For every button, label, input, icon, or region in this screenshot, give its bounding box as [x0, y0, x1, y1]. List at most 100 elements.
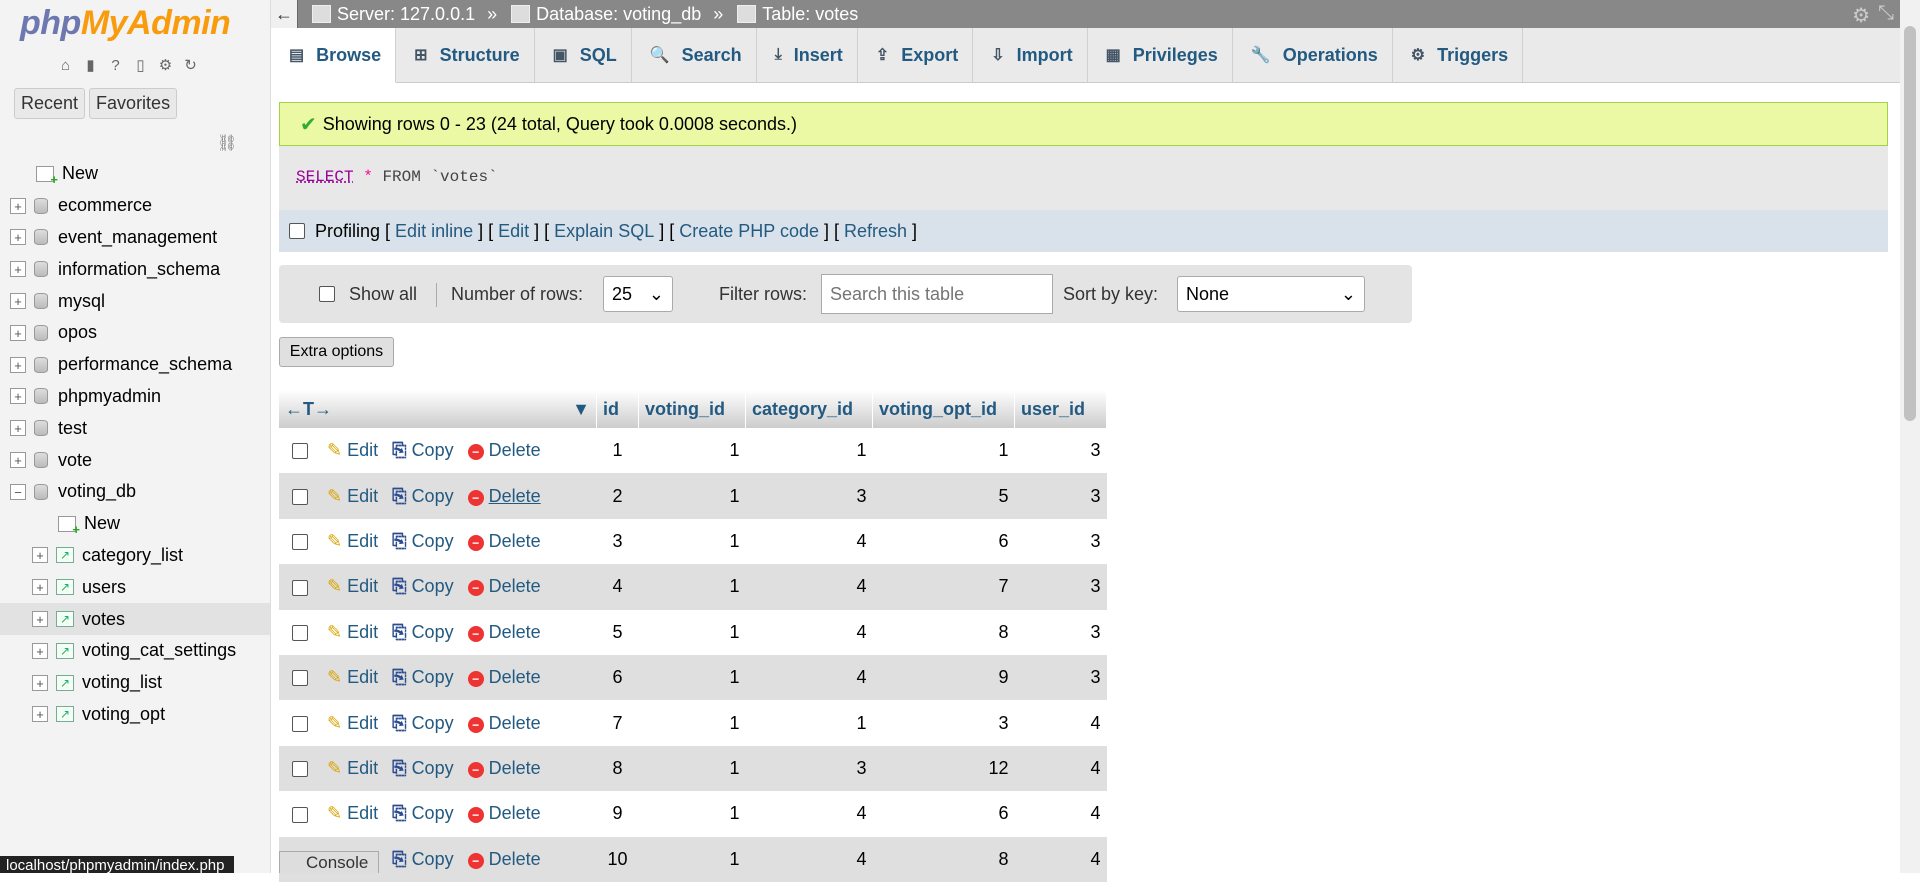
- tab-triggers[interactable]: ⚙ Triggers: [1393, 28, 1524, 82]
- expand-icon[interactable]: +: [32, 642, 48, 659]
- reload-icon[interactable]: ↻: [181, 56, 200, 75]
- tab-privileges[interactable]: ▦ Privileges: [1088, 28, 1233, 82]
- settings-gear-icon[interactable]: ⚙: [156, 56, 175, 75]
- delete-action[interactable]: − Delete: [467, 849, 541, 869]
- edit-action[interactable]: ✎ Edit: [327, 713, 378, 733]
- cell-voting-id[interactable]: 1: [638, 518, 746, 565]
- cell-voting-id[interactable]: 1: [638, 473, 746, 519]
- tree-item-voting-list[interactable]: + ↗ voting_list: [0, 667, 270, 699]
- delete-action[interactable]: − Delete: [467, 531, 541, 551]
- create-php-code-link[interactable]: Create PHP code: [679, 221, 819, 242]
- expand-icon[interactable]: +: [10, 229, 26, 246]
- tree-item-New[interactable]: New: [0, 158, 270, 190]
- cell-user-id[interactable]: 4: [1014, 700, 1107, 746]
- tree-item-users[interactable]: + ↗ users: [0, 571, 270, 603]
- tab-browse[interactable]: ▤ Browse: [271, 28, 397, 83]
- column-header-voting-id[interactable]: voting_id: [638, 390, 746, 428]
- cell-voting-opt-id[interactable]: 8: [872, 836, 1015, 882]
- cell-category-id[interactable]: 4: [745, 518, 873, 565]
- edit-action[interactable]: ✎ Edit: [327, 667, 378, 687]
- row-checkbox[interactable]: [292, 761, 308, 778]
- edit-action[interactable]: ✎ Edit: [327, 758, 378, 778]
- cell-voting-id[interactable]: 1: [638, 700, 746, 746]
- cell-category-id[interactable]: 1: [745, 700, 873, 746]
- cell-category-id[interactable]: 1: [745, 428, 873, 474]
- tree-item-test[interactable]: + test: [0, 412, 270, 444]
- tree-item-opos[interactable]: + opos: [0, 317, 270, 349]
- cell-category-id[interactable]: 4: [745, 836, 873, 882]
- cell-voting-opt-id[interactable]: 5: [872, 473, 1015, 519]
- cell-voting-opt-id[interactable]: 3: [872, 700, 1015, 746]
- tree-item-vote[interactable]: + vote: [0, 444, 270, 476]
- copy-action[interactable]: ⎘ Copy: [392, 849, 453, 869]
- cell-voting-id[interactable]: 1: [638, 428, 746, 474]
- tab-operations[interactable]: 🔧 Operations: [1233, 28, 1393, 82]
- cell-voting-opt-id[interactable]: 6: [872, 518, 1015, 565]
- edit-action[interactable]: ✎ Edit: [327, 576, 378, 596]
- cell-voting-id[interactable]: 1: [638, 836, 746, 882]
- breadcrumb-database[interactable]: Database: voting_db: [511, 4, 701, 25]
- column-header-user-id[interactable]: user_id: [1014, 390, 1107, 428]
- expand-icon[interactable]: +: [10, 293, 26, 310]
- delete-action[interactable]: − Delete: [467, 713, 541, 733]
- cell-category-id[interactable]: 4: [745, 654, 873, 701]
- page-settings-gear-icon[interactable]: ⚙: [1852, 3, 1870, 28]
- cell-id[interactable]: 9: [596, 791, 639, 837]
- cell-voting-opt-id[interactable]: 6: [872, 791, 1015, 837]
- profiling-checkbox[interactable]: [289, 223, 305, 239]
- edit-action[interactable]: ✎ Edit: [327, 531, 378, 551]
- edit-action[interactable]: ✎ Edit: [327, 622, 378, 642]
- tab-export[interactable]: ⇪ Export: [858, 28, 974, 82]
- home-icon[interactable]: ⌂: [56, 56, 75, 75]
- delete-action[interactable]: − Delete: [467, 667, 541, 688]
- row-checkbox[interactable]: [292, 715, 308, 732]
- console-tab[interactable]: Console: [279, 851, 379, 873]
- cell-voting-id[interactable]: 1: [638, 745, 746, 792]
- cell-category-id[interactable]: 4: [745, 791, 873, 837]
- copy-action[interactable]: ⎘ Copy: [392, 622, 453, 642]
- cell-voting-opt-id[interactable]: 7: [872, 564, 1015, 610]
- delete-action[interactable]: − Delete: [467, 758, 541, 778]
- expand-icon[interactable]: +: [32, 674, 48, 691]
- cell-id[interactable]: 4: [596, 564, 639, 610]
- row-checkbox[interactable]: [292, 443, 308, 460]
- expand-icon[interactable]: +: [32, 579, 48, 596]
- expand-icon[interactable]: +: [10, 197, 26, 214]
- expand-icon[interactable]: +: [10, 324, 26, 341]
- tab-sql[interactable]: ▣ SQL: [535, 28, 632, 82]
- favorites-tab[interactable]: Favorites: [89, 88, 178, 119]
- delete-action[interactable]: − Delete: [467, 486, 541, 506]
- delete-action[interactable]: − Delete: [467, 440, 541, 461]
- copy-action[interactable]: ⎘ Copy: [392, 531, 453, 551]
- docs-icon[interactable]: ▯: [131, 56, 150, 75]
- filter-rows-input[interactable]: Search this table: [821, 274, 1053, 314]
- row-checkbox[interactable]: [292, 579, 308, 596]
- cell-user-id[interactable]: 3: [1014, 518, 1107, 565]
- tree-item-votes[interactable]: + ↗ votes: [0, 603, 270, 635]
- cell-user-id[interactable]: 3: [1014, 428, 1107, 474]
- cell-user-id[interactable]: 3: [1014, 564, 1107, 610]
- logout-icon[interactable]: ▮: [81, 56, 100, 75]
- tab-import[interactable]: ⇩ Import: [973, 28, 1088, 82]
- back-arrow-icon[interactable]: ←: [271, 0, 298, 28]
- phpmyadmin-logo[interactable]: phpMyAdmin: [20, 4, 231, 43]
- show-all-checkbox[interactable]: [319, 286, 335, 302]
- cell-voting-id[interactable]: 1: [638, 654, 746, 701]
- copy-action[interactable]: ⎘ Copy: [392, 803, 453, 823]
- refresh-link[interactable]: Refresh: [844, 221, 907, 242]
- collapse-icon[interactable]: −: [10, 483, 26, 500]
- copy-action[interactable]: ⎘ Copy: [392, 440, 453, 460]
- tree-item-mysql[interactable]: + mysql: [0, 285, 270, 317]
- copy-action[interactable]: ⎘ Copy: [392, 486, 453, 506]
- sort-by-key-select[interactable]: None ⌄: [1177, 276, 1365, 312]
- link-with-main-icon[interactable]: ⛓: [217, 133, 237, 153]
- sql-select-keyword[interactable]: SELECT: [296, 168, 354, 186]
- tree-item-information-schema[interactable]: + information_schema: [0, 253, 270, 285]
- edit-action[interactable]: ✎ Edit: [327, 803, 378, 823]
- page-scrollbar[interactable]: [1900, 0, 1920, 873]
- cell-user-id[interactable]: 3: [1014, 654, 1107, 701]
- cell-user-id[interactable]: 3: [1014, 473, 1107, 519]
- tree-item-phpmyadmin[interactable]: + phpmyadmin: [0, 381, 270, 413]
- column-nav-arrows[interactable]: ←T→: [285, 399, 332, 419]
- cell-category-id[interactable]: 3: [745, 473, 873, 519]
